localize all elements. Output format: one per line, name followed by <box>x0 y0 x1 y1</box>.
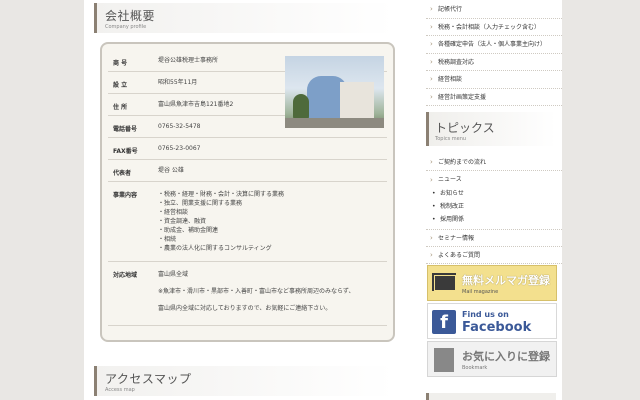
news-sub-list: お知らせ 税制改正 採用関係 <box>426 187 562 230</box>
company-profile-title: 会社概要 <box>105 9 156 23</box>
row-value: 0765-23-0067 <box>158 145 201 152</box>
mail-banner-title: 無料メルマガ登録 <box>462 274 550 287</box>
row-value: 富山県魚津市吉島121番地2 <box>158 101 234 108</box>
sidebar-next-heading <box>426 393 556 400</box>
service-link-tax-returns[interactable]: 各種確定申告（法人・個人事業主向け） <box>426 36 562 54</box>
office-photo <box>285 56 384 128</box>
profile-row-established: 設 立 昭和55年11月 <box>108 72 286 94</box>
service-link-business-planning[interactable]: 経営計画策定支援 <box>426 89 562 106</box>
bookmark-icon <box>434 348 454 372</box>
company-profile-heading: 会社概要 Company profile <box>94 3 394 33</box>
area-line: 富山県全域 <box>158 271 189 278</box>
profile-row-address: 住 所 富山県魚津市吉島121番地2 <box>108 94 286 116</box>
row-label: 住 所 <box>113 104 128 111</box>
envelope-icon <box>432 273 456 291</box>
business-list: ・税務・経理・財務・会計・決算に関する業務 ・独立、開業支援に関する業務 ・経営… <box>158 190 284 253</box>
profile-row-area: 対応地域 富山県全域 ※魚津市・滑川市・黒部市・入善町・富山市など事務所周辺のみ… <box>108 262 387 326</box>
facebook-icon: f <box>432 310 456 334</box>
news-link-tax-reform[interactable]: 税制改正 <box>426 200 562 213</box>
page: 会社概要 Company profile 商 号 堤谷公雄税理士事務所 設 立 … <box>84 0 562 400</box>
area-line: ※魚津市・滑川市・黒部市・入善町・富山市など事務所周辺のみならず、 <box>158 288 355 295</box>
sidebar: 記帳代行 税務・会計相談（入力チェック含む） 各種確定申告（法人・個人事業主向け… <box>426 0 562 400</box>
business-item: ・独立、開業支援に関する業務 <box>158 200 243 207</box>
row-label: FAX番号 <box>113 148 138 155</box>
facebook-banner[interactable]: f Find us on Facebook <box>427 303 557 339</box>
row-value: 堤谷公雄税理士事務所 <box>158 57 219 64</box>
row-label: 商 号 <box>113 60 128 67</box>
topics-list: ご契約までの流れ ニュース <box>426 154 562 187</box>
profile-row-fax: FAX番号 0765-23-0067 <box>108 138 387 160</box>
bookmark-banner-title: お気に入りに登録 <box>462 350 550 363</box>
row-label: 設 立 <box>113 82 128 89</box>
row-label: 対応地域 <box>113 272 138 279</box>
topics-heading: トピックス Topics menu <box>426 112 556 146</box>
business-item: ・助成金、補助金関連 <box>158 227 219 234</box>
row-value: 堤谷 公雄 <box>158 167 184 174</box>
topics-list-more: セミナー情報 よくあるご質問 <box>426 230 562 264</box>
row-label: 事業内容 <box>113 192 138 199</box>
area-text: 富山県全域 ※魚津市・滑川市・黒部市・入善町・富山市など事務所周辺のみならず、 … <box>158 270 355 313</box>
mail-magazine-banner[interactable]: 無料メルマガ登録 Mail magazine <box>427 265 557 301</box>
row-label: 代表者 <box>113 170 132 177</box>
row-value: 昭和55年11月 <box>158 79 198 86</box>
profile-row-representative: 代表者 堤谷 公雄 <box>108 160 387 182</box>
topic-link-news[interactable]: ニュース <box>426 173 562 187</box>
main-column: 会社概要 Company profile 商 号 堤谷公雄税理士事務所 設 立 … <box>84 0 395 400</box>
business-item: ・税務・経理・財務・会計・決算に関する業務 <box>158 191 285 198</box>
access-map-subtitle: Access map <box>105 387 135 393</box>
area-line: 富山県内全域に対応しておりますので、お気軽にご連絡下さい。 <box>158 305 332 312</box>
service-link-tax-consulting[interactable]: 税務・会計相談（入力チェック含む） <box>426 19 562 36</box>
bookmark-banner-subtitle: Bookmark <box>462 365 488 371</box>
service-link-management-consulting[interactable]: 経営相談 <box>426 71 562 89</box>
access-map-title: アクセスマップ <box>105 372 192 386</box>
topic-link-faq[interactable]: よくあるご質問 <box>426 247 562 264</box>
service-link-tax-audit[interactable]: 税務調査対応 <box>426 54 562 71</box>
business-item: ・経営相談 <box>158 209 189 216</box>
topics-title: トピックス <box>435 121 495 135</box>
business-item: ・資金調達、融資 <box>158 218 207 225</box>
profile-row-business: 事業内容 ・税務・経理・財務・会計・決算に関する業務 ・独立、開業支援に関する業… <box>108 182 387 262</box>
business-item: ・相続 <box>158 236 177 243</box>
photo-ground <box>285 118 384 128</box>
service-link-bookkeeping[interactable]: 記帳代行 <box>426 1 562 19</box>
services-list: 記帳代行 税務・会計相談（入力チェック含む） 各種確定申告（法人・個人事業主向け… <box>426 1 562 106</box>
news-link-notices[interactable]: お知らせ <box>426 187 562 200</box>
company-profile-box: 商 号 堤谷公雄税理士事務所 設 立 昭和55年11月 住 所 富山県魚津市吉島… <box>100 42 395 342</box>
facebook-banner-line1: Find us on <box>462 310 509 319</box>
photo-building-annex <box>340 82 374 120</box>
row-label: 電話番号 <box>113 126 138 133</box>
news-link-recruitment[interactable]: 採用関係 <box>426 213 562 226</box>
mail-banner-subtitle: Mail magazine <box>462 289 499 295</box>
topic-link-seminar[interactable]: セミナー情報 <box>426 230 562 247</box>
access-map-heading: アクセスマップ Access map <box>94 366 394 396</box>
row-value: 0765-32-5478 <box>158 123 201 130</box>
topics-subtitle: Topics menu <box>435 136 467 142</box>
company-profile-subtitle: Company profile <box>105 24 147 30</box>
facebook-banner-line2: Facebook <box>462 320 532 335</box>
bookmark-banner[interactable]: お気に入りに登録 Bookmark <box>427 341 557 377</box>
business-item: ・農業の法人化に関するコンサルティング <box>158 245 272 252</box>
topic-link-contract-flow[interactable]: ご契約までの流れ <box>426 154 562 171</box>
